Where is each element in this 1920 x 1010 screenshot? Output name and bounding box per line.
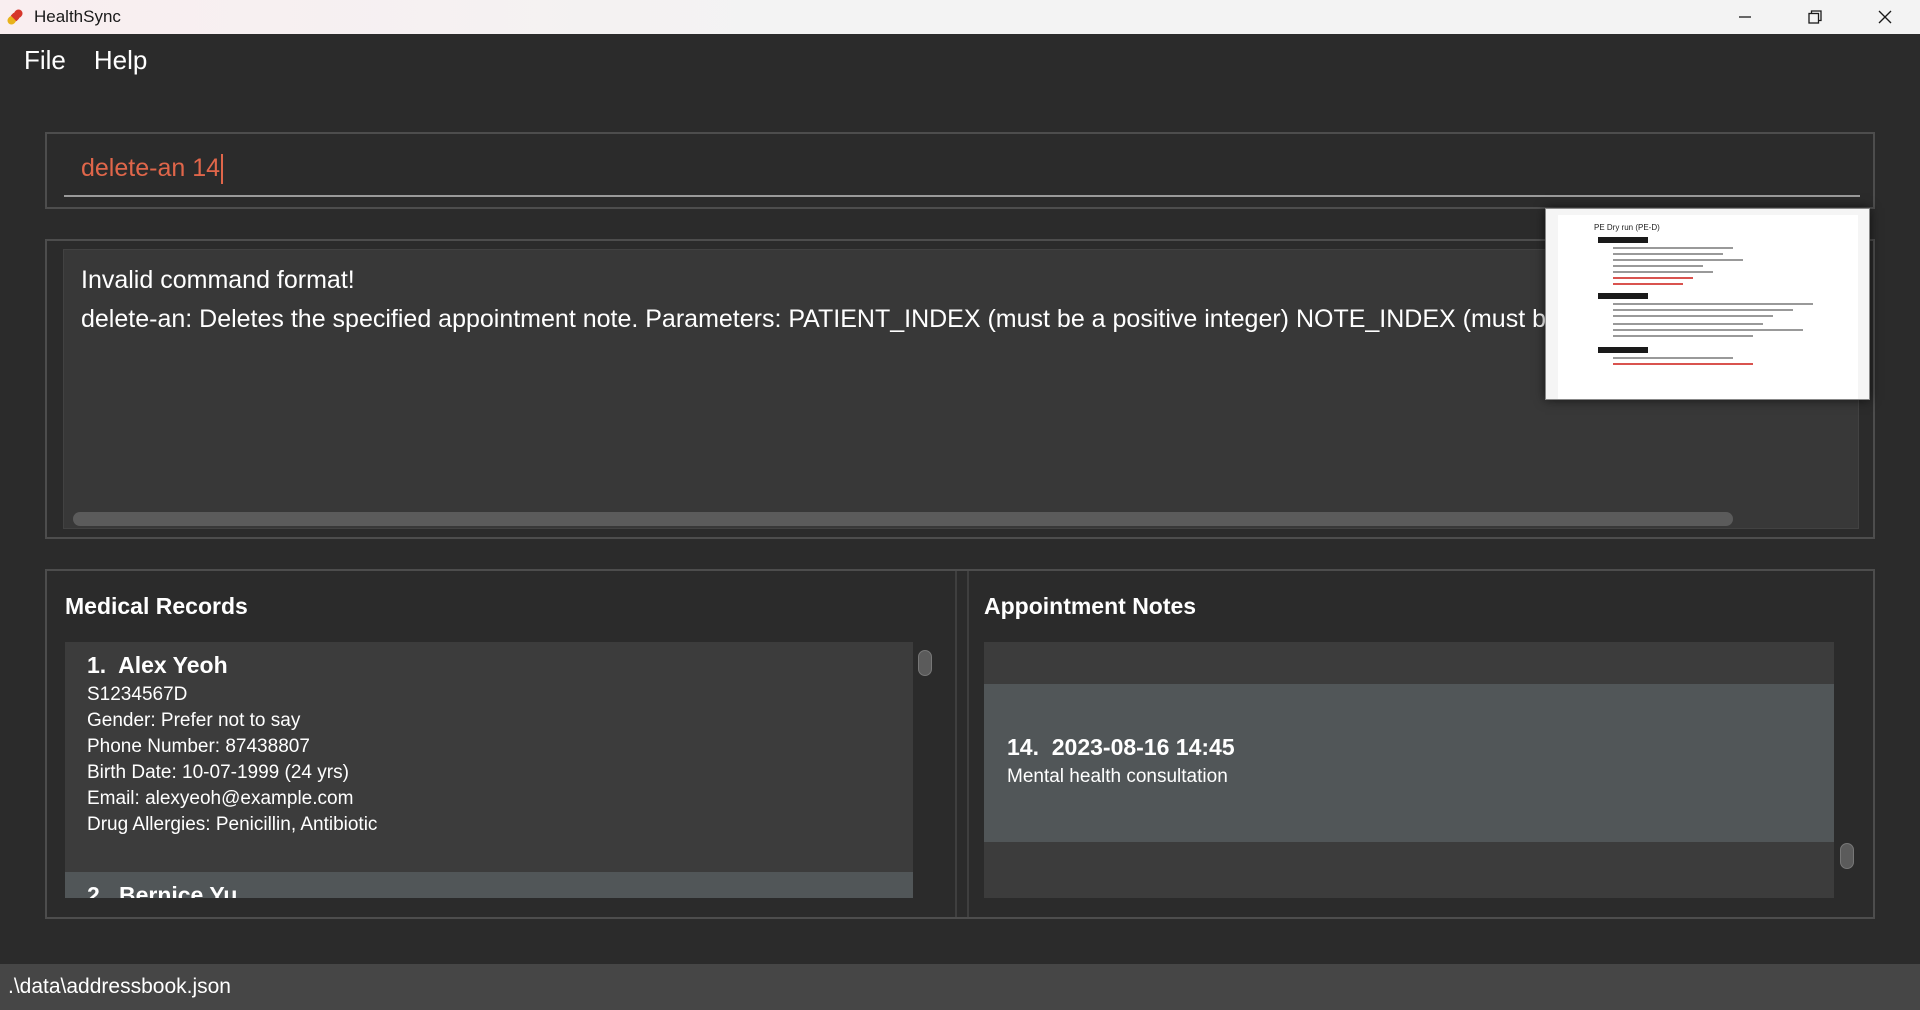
minimize-icon xyxy=(1739,16,1751,18)
preview-text-line xyxy=(1613,315,1773,317)
minimize-button[interactable] xyxy=(1710,0,1780,34)
result-message-line-1: Invalid command format! xyxy=(81,266,355,294)
appointment-notes-list[interactable]: 14. 2023-08-16 14:45 Mental health consu… xyxy=(984,642,1834,898)
restore-icon xyxy=(1808,10,1822,24)
menu-help[interactable]: Help xyxy=(94,45,147,76)
close-button[interactable] xyxy=(1850,0,1920,34)
patient-phone: Phone Number: 87438807 xyxy=(87,736,310,757)
patient-card[interactable]: 1. Alex Yeoh S1234567D Gender: Prefer no… xyxy=(65,642,913,872)
patient-index: 1. xyxy=(87,652,107,678)
panel-divider[interactable] xyxy=(955,571,969,917)
preview-text-line xyxy=(1613,247,1733,249)
pill-icon xyxy=(4,6,26,28)
preview-heading-bar xyxy=(1598,347,1648,353)
preview-heading-bar xyxy=(1598,293,1648,299)
patient-name: 1. Alex Yeoh xyxy=(87,652,228,679)
command-input[interactable]: delete-an 14 xyxy=(64,142,1860,197)
data-file-path: .\data\addressbook.json xyxy=(8,975,231,998)
status-bar: .\data\addressbook.json xyxy=(0,964,1920,1010)
records-scrollbar[interactable] xyxy=(918,650,932,676)
menu-bar: File Help xyxy=(0,34,1920,86)
appointment-notes-title: Appointment Notes xyxy=(984,593,1197,619)
result-message-line-2: delete-an: Deletes the specified appoint… xyxy=(81,305,1602,333)
medical-records-list[interactable]: 1. Alex Yeoh S1234567D Gender: Prefer no… xyxy=(65,642,913,898)
notes-scrollbar[interactable] xyxy=(1840,843,1854,869)
patient-nric: S1234567D xyxy=(87,684,188,705)
preview-title: PE Dry run (PE-D) xyxy=(1594,223,1660,232)
preview-text-line xyxy=(1613,253,1723,255)
window-title: HealthSync xyxy=(34,7,121,26)
patient-allergies: Drug Allergies: Penicillin, Antibiotic xyxy=(87,814,378,835)
preview-text-line xyxy=(1613,335,1753,337)
preview-text-line xyxy=(1613,309,1793,311)
note-index: 14. xyxy=(1007,734,1039,760)
preview-text-line xyxy=(1613,329,1803,331)
patient-name: 2. Bernice Yu xyxy=(87,882,237,898)
preview-text-line xyxy=(1613,277,1693,279)
patient-birth-date: Birth Date: 10-07-1999 (24 yrs) xyxy=(87,762,349,783)
preview-text-line xyxy=(1613,357,1733,359)
title-bar: HealthSync xyxy=(0,0,1920,34)
preview-text-line xyxy=(1613,363,1753,365)
horizontal-scrollbar[interactable] xyxy=(73,512,1733,526)
preview-text-line xyxy=(1613,271,1713,273)
patient-name-text: Alex Yeoh xyxy=(118,652,228,678)
restore-button[interactable] xyxy=(1780,0,1850,34)
appointment-note-card[interactable]: 14. 2023-08-16 14:45 Mental health consu… xyxy=(984,684,1834,842)
menu-file[interactable]: File xyxy=(24,45,66,76)
note-title: 14. 2023-08-16 14:45 xyxy=(1007,734,1235,761)
command-text: delete-an 14 xyxy=(81,154,221,182)
preview-text-line xyxy=(1613,259,1743,261)
note-description: Mental health consultation xyxy=(1007,766,1228,787)
note-datetime: 2023-08-16 14:45 xyxy=(1051,734,1235,760)
patient-card[interactable]: 2. Bernice Yu xyxy=(65,872,913,898)
close-icon xyxy=(1878,10,1892,24)
medical-records-title: Medical Records xyxy=(65,593,248,619)
preview-text-line xyxy=(1613,283,1683,285)
preview-document: PE Dry run (PE-D) xyxy=(1558,215,1858,399)
preview-text-line xyxy=(1613,265,1703,267)
patient-email: Email: alexyeoh@example.com xyxy=(87,788,354,809)
patient-gender: Gender: Prefer not to say xyxy=(87,710,301,731)
lists-panel: Medical Records Appointment Notes 1. Ale… xyxy=(45,569,1875,919)
patient-index: 2. xyxy=(87,882,107,898)
patient-name-text: Bernice Yu xyxy=(118,882,238,898)
command-box: delete-an 14 xyxy=(45,132,1875,209)
preview-text-line xyxy=(1613,303,1813,305)
preview-heading-bar xyxy=(1598,237,1648,243)
text-caret xyxy=(221,153,224,184)
window-preview-thumbnail[interactable]: PE Dry run (PE-D) xyxy=(1545,208,1870,400)
preview-text-line xyxy=(1613,323,1763,325)
